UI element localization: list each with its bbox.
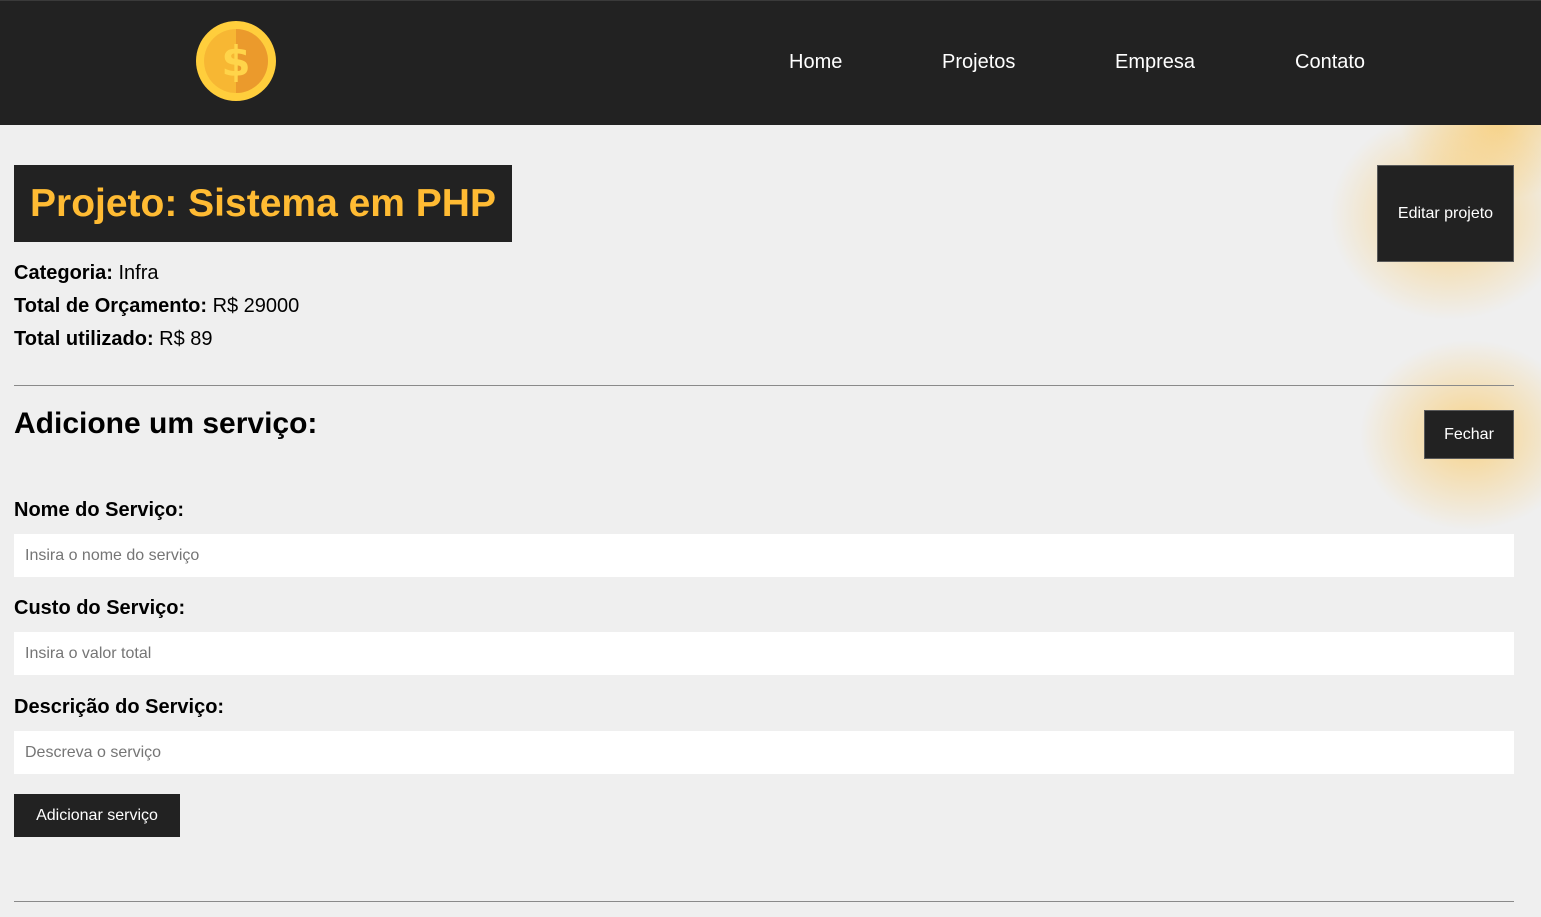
- category-label: Categoria:: [14, 262, 113, 284]
- navbar: $ Home Projetos Empresa Contato: [0, 0, 1541, 125]
- service-cost-input[interactable]: [14, 632, 1514, 675]
- nav-link-contato[interactable]: Contato: [1295, 51, 1365, 74]
- nav-menu: Home Projetos Empresa Contato: [0, 1, 1541, 126]
- service-description-label: Descrição do Serviço:: [14, 696, 225, 718]
- service-cost-label: Custo do Serviço:: [14, 597, 186, 619]
- service-name-label: Nome do Serviço:: [14, 499, 185, 521]
- edit-project-button[interactable]: Editar projeto: [1377, 165, 1514, 262]
- service-form-heading: Adicione um serviço:: [14, 407, 318, 440]
- used-info: Total utilizado: R$ 89: [14, 328, 213, 351]
- nav-link-home[interactable]: Home: [789, 51, 842, 74]
- used-label: Total utilizado:: [14, 328, 154, 350]
- divider: [14, 901, 1514, 902]
- category-info: Categoria: Infra: [14, 262, 159, 285]
- divider: [14, 385, 1514, 386]
- budget-info: Total de Orçamento: R$ 29000: [14, 295, 299, 318]
- nav-link-empresa[interactable]: Empresa: [1115, 51, 1195, 74]
- used-value: R$ 89: [159, 328, 213, 350]
- service-name-input[interactable]: [14, 534, 1514, 577]
- nav-link-projetos[interactable]: Projetos: [942, 51, 1015, 74]
- service-description-input[interactable]: [14, 731, 1514, 774]
- add-service-button[interactable]: Adicionar serviço: [14, 794, 180, 837]
- project-title-box: Projeto: Sistema em PHP: [14, 165, 512, 242]
- category-value: Infra: [118, 262, 159, 284]
- budget-label: Total de Orçamento:: [14, 295, 207, 317]
- budget-value: R$ 29000: [212, 295, 300, 317]
- close-button[interactable]: Fechar: [1424, 410, 1514, 459]
- project-title: Projeto: Sistema em PHP: [30, 181, 496, 225]
